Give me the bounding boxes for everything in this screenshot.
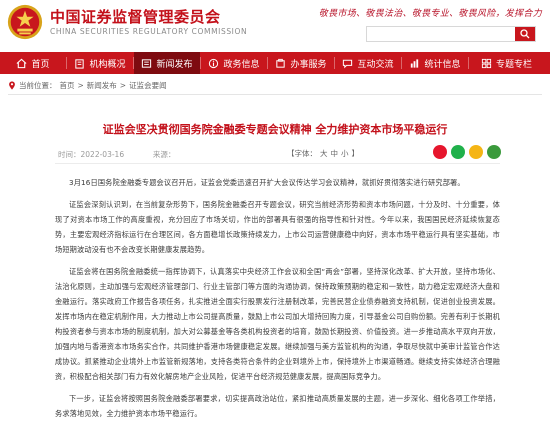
nav-item-service[interactable]: 办事服务	[268, 52, 334, 74]
site-title: 中国证券监督管理委员会	[50, 8, 221, 26]
font-size-medium-button[interactable]: 中	[331, 148, 339, 159]
national-emblem-icon	[7, 4, 43, 40]
divider	[8, 94, 542, 95]
topic-icon	[481, 58, 492, 68]
nav-label: 办事服务	[290, 59, 327, 70]
weibo-icon[interactable]	[433, 145, 447, 159]
building-icon	[75, 58, 85, 69]
font-size-large-button[interactable]: 大	[320, 148, 328, 159]
font-size-label: 【字体：	[287, 149, 317, 158]
info-icon	[209, 58, 219, 68]
location-pin-icon	[9, 81, 15, 90]
article-source: 来源：	[152, 150, 176, 159]
home-icon	[17, 58, 27, 68]
breadcrumb-current[interactable]: 证监会要闻	[129, 80, 167, 91]
article-meta: 时间：2022-03-16 来源：	[58, 149, 175, 160]
paragraph: 证监会将在国务院金融委统一指挥协调下，认真落实中央经济工作会议和全国“两会”部署…	[55, 267, 500, 381]
nav-label: 机构概况	[89, 59, 126, 70]
slogan: 敬畏市场、敬畏法治、敬畏专业、敬畏风险，发挥合力	[318, 9, 542, 19]
nav-label: 新闻发布	[156, 59, 193, 70]
font-size-small-button[interactable]: 小	[341, 148, 349, 159]
share-bar	[433, 145, 501, 159]
douban-icon[interactable]	[487, 145, 501, 159]
nav-item-home[interactable]: 首页	[0, 52, 66, 74]
font-size-control: 【字体： 大 中 小 】	[287, 148, 359, 159]
paragraph: 3月16日国务院金融委专题会议召开后，证监会党委迅速召开扩大会议传达学习会议精神…	[69, 178, 465, 187]
news-icon	[142, 58, 152, 68]
nav-item-statistics[interactable]: 统计信息	[402, 52, 468, 74]
wechat-icon[interactable]	[451, 145, 465, 159]
nav-label: 统计信息	[424, 59, 461, 70]
nav-label: 互动交流	[357, 59, 394, 70]
breadcrumb: 当前位置： 首页 > 新闻发布 > 证监会要闻	[8, 80, 167, 91]
nav-item-news[interactable]: 新闻发布	[134, 52, 200, 74]
nav-item-topics[interactable]: 专题专栏	[469, 52, 544, 74]
publish-time: 时间：2022-03-16	[58, 150, 125, 159]
nav-item-interaction[interactable]: 互动交流	[335, 52, 401, 74]
nav-label: 政务信息	[223, 59, 260, 70]
nav-item-gov-info[interactable]: 政务信息	[201, 52, 267, 74]
paragraph: 下一步，证监会将按照国务院金融委部署要求，切实提高政治站位，紧扣推动高质量发展的…	[55, 394, 500, 418]
search-box[interactable]	[366, 26, 536, 42]
paragraph: 证监会深刻认识到，在当前复杂形势下，国务院金融委召开专题会议，研究当前经济形势和…	[55, 200, 500, 254]
breadcrumb-prefix: 当前位置：	[19, 81, 57, 90]
nav-label: 专题专栏	[495, 59, 532, 70]
breadcrumb-news[interactable]: 新闻发布	[87, 80, 117, 91]
divider	[55, 163, 500, 164]
font-size-bracket: 】	[351, 149, 360, 158]
nav-label: 首页	[31, 59, 50, 70]
search-button[interactable]	[515, 27, 535, 41]
breadcrumb-separator: >	[119, 81, 127, 90]
qzone-icon[interactable]	[469, 145, 483, 159]
breadcrumb-separator: >	[77, 81, 84, 90]
breadcrumb-home[interactable]: 首页	[60, 80, 75, 91]
article-title: 证监会坚决贯彻国务院金融委专题会议精神 全力维护资本市场平稳运行	[102, 123, 448, 136]
service-icon	[276, 58, 286, 68]
search-icon	[520, 29, 530, 39]
chat-icon	[343, 59, 353, 68]
article-body: 3月16日国务院金融委专题会议召开后，证监会党委迅速召开扩大会议传达学习会议精神…	[55, 175, 500, 428]
stats-icon	[411, 58, 419, 68]
nav-item-about[interactable]: 机构概况	[67, 52, 133, 74]
main-nav: 首页 机构概况 新闻发布 政务信息 办事服务 互动交流 统计信息 专题专栏	[0, 52, 550, 74]
site-subtitle: CHINA SECURITIES REGULATORY COMMISSION	[50, 27, 248, 36]
site-header: 中国证券监督管理委员会 CHINA SECURITIES REGULATORY …	[0, 0, 550, 52]
